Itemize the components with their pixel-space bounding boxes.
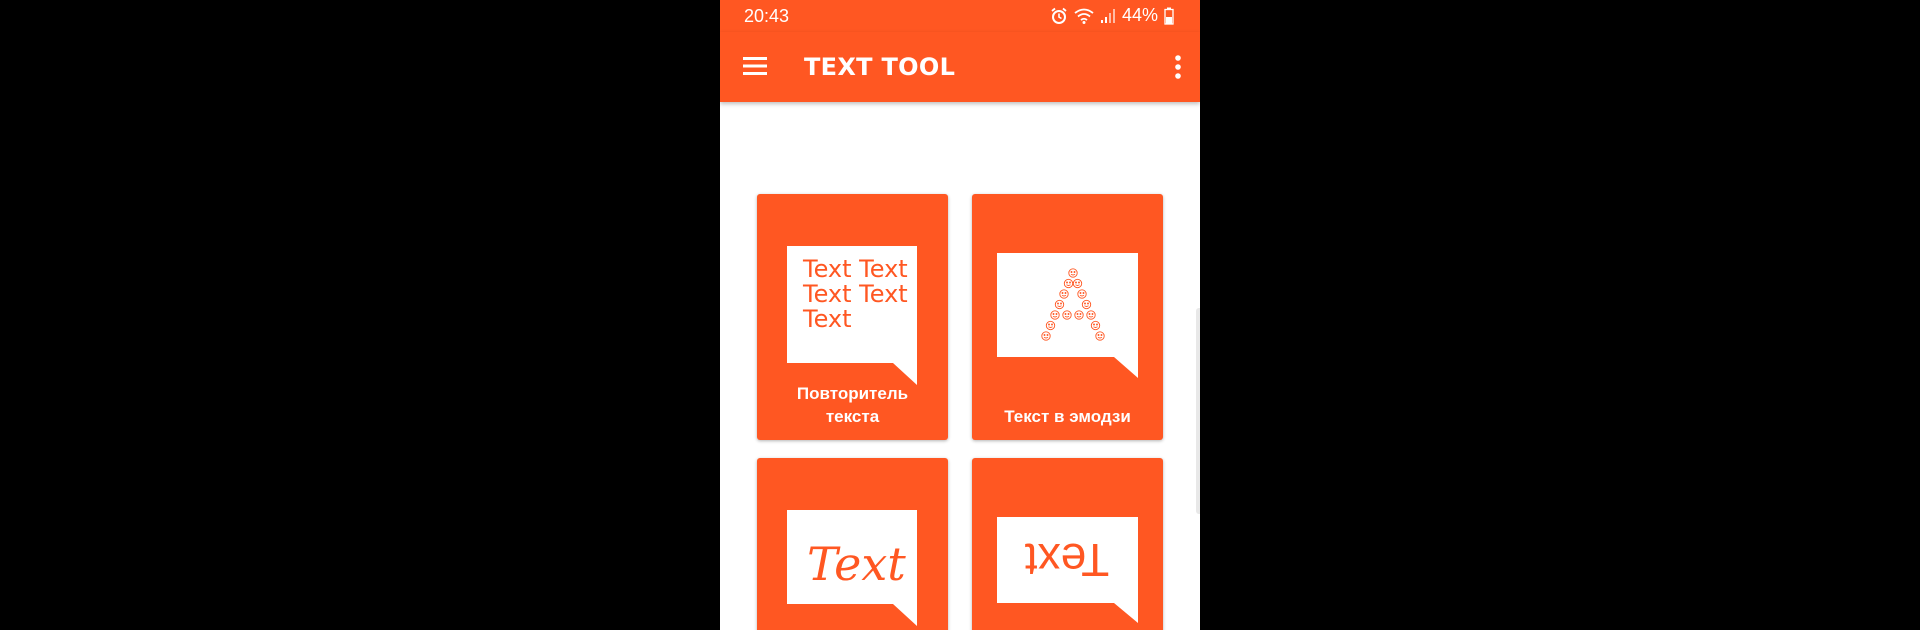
speech-bubble-flip-icon: Text bbox=[997, 517, 1138, 623]
alarm-icon bbox=[1051, 7, 1067, 24]
app-title: TEXT TOOL bbox=[804, 53, 956, 81]
card-label: Текст в эмодзи bbox=[1004, 407, 1131, 426]
phone-screen: 20:43 44% TEXT TOOL Text Text Text Text … bbox=[720, 0, 1200, 630]
flipped-text-sample: Text bbox=[1025, 534, 1110, 586]
repeat-line-2: Text Text bbox=[802, 280, 908, 308]
app-bar: TEXT TOOL bbox=[720, 32, 1200, 102]
signal-icon bbox=[1100, 8, 1115, 23]
repeat-line-1: Text Text bbox=[802, 255, 908, 283]
menu-icon[interactable] bbox=[742, 54, 768, 78]
more-vert-icon[interactable] bbox=[1172, 52, 1184, 82]
wifi-icon bbox=[1074, 8, 1094, 24]
edge-panel-handle[interactable] bbox=[1196, 308, 1200, 514]
status-icons: 44% bbox=[1050, 5, 1174, 26]
speech-bubble-fancy-icon: Text bbox=[787, 510, 917, 626]
speech-bubble-emoji-icon: A bbox=[997, 253, 1138, 378]
status-bar: 20:43 44% bbox=[720, 0, 1200, 32]
card-flipped-text[interactable]: Text bbox=[972, 458, 1163, 630]
card-text-repeater[interactable]: Text Text Text Text Text Повторитель тек… bbox=[757, 194, 948, 440]
battery-icon bbox=[1164, 7, 1174, 25]
card-label: Повторитель текста bbox=[796, 384, 909, 426]
repeat-line-3: Text bbox=[802, 305, 852, 333]
battery-percent: 44% bbox=[1121, 5, 1158, 25]
fancy-text-sample: Text bbox=[807, 537, 906, 591]
status-time: 20:43 bbox=[744, 6, 790, 26]
card-text-to-emoji[interactable]: A Текст в эмодзи bbox=[972, 194, 1163, 440]
card-fancy-text[interactable]: Text bbox=[757, 458, 948, 630]
